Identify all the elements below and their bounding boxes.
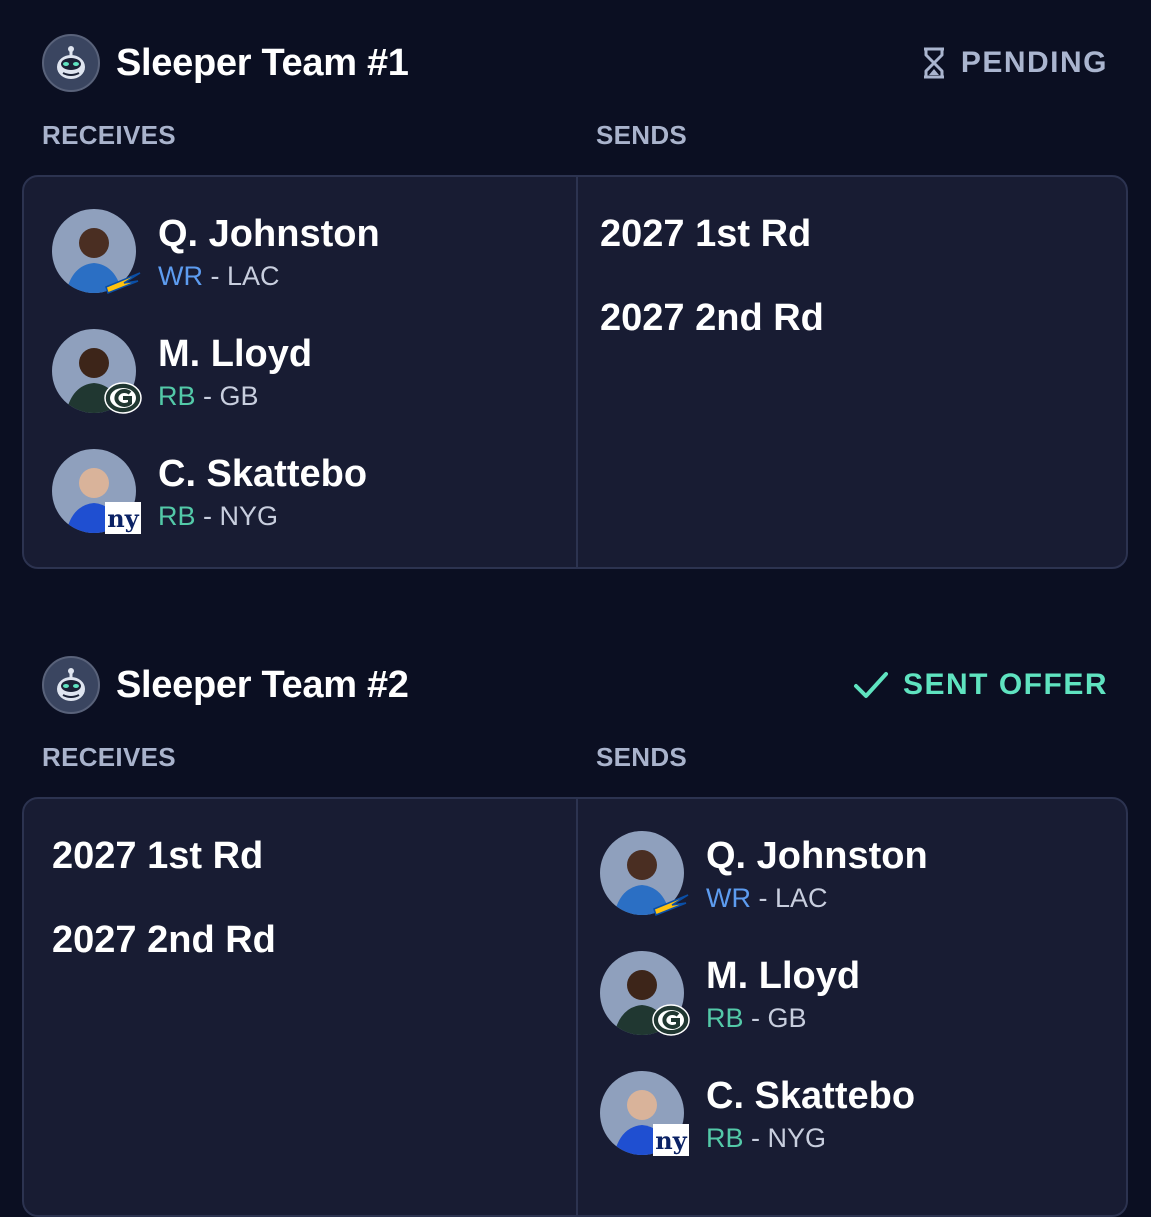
chargers-logo-icon	[105, 272, 141, 294]
team-name: Sleeper Team #2	[116, 664, 409, 706]
trade-2-panel: 2027 1st Rd 2027 2nd Rd Q. Johnston WR -…	[22, 797, 1128, 1217]
player-meta: RB - GB	[158, 381, 259, 412]
sleeper-logo-icon	[57, 668, 85, 701]
trade-status: PENDING	[921, 46, 1108, 80]
player-team: GB	[219, 381, 259, 411]
trade-2-header: Sleeper Team #2 SENT OFFER	[42, 656, 1108, 718]
team-name: Sleeper Team #1	[116, 42, 409, 84]
status-label: PENDING	[960, 46, 1108, 79]
player-team: LAC	[226, 261, 280, 291]
player-row[interactable]: ny C. Skattebo RB - NYG	[600, 1071, 1100, 1171]
sends-label: SENDS	[596, 742, 688, 772]
separator: -	[195, 381, 220, 411]
player-name: C. Skattebo	[158, 453, 368, 495]
trade-status: SENT OFFER	[853, 668, 1108, 702]
player-name: M. Lloyd	[706, 955, 861, 997]
player-position: RB	[158, 381, 196, 411]
svg-text:ny: ny	[107, 504, 139, 533]
player-meta: WR - LAC	[706, 883, 828, 914]
separator: -	[750, 883, 775, 913]
receives-label: RECEIVES	[42, 120, 176, 150]
draft-pick: 2027 1st Rd	[600, 213, 812, 255]
draft-pick: 2027 2nd Rd	[600, 297, 824, 339]
column-divider	[576, 799, 578, 1215]
sleeper-logo-icon	[57, 46, 85, 79]
player-position: RB	[158, 501, 196, 531]
player-meta: RB - NYG	[706, 1123, 826, 1154]
giants-logo-icon: ny	[105, 502, 141, 534]
player-row[interactable]: M. Lloyd RB - GB	[600, 951, 1100, 1051]
giants-logo-icon: ny	[653, 1124, 689, 1156]
sends-label: SENDS	[596, 120, 688, 150]
player-team: NYG	[767, 1123, 827, 1153]
player-position: WR	[158, 261, 203, 291]
separator: -	[195, 501, 220, 531]
separator: -	[743, 1003, 768, 1033]
checkmark-icon	[853, 672, 888, 698]
player-row[interactable]: ny C. Skattebo RB - NYG	[52, 449, 552, 549]
trade-1-panel: Q. Johnston WR - LAC M. Lloyd RB - GB ny…	[22, 175, 1128, 569]
player-position: WR	[706, 883, 751, 913]
team-avatar[interactable]	[42, 34, 100, 92]
player-meta: RB - NYG	[158, 501, 278, 532]
separator: -	[202, 261, 227, 291]
packers-logo-icon	[104, 382, 142, 414]
svg-text:ny: ny	[655, 1126, 687, 1155]
receives-label: RECEIVES	[42, 742, 176, 772]
player-meta: RB - GB	[706, 1003, 807, 1034]
player-row[interactable]: Q. Johnston WR - LAC	[600, 831, 1100, 931]
player-team: LAC	[774, 883, 828, 913]
player-name: Q. Johnston	[706, 835, 928, 877]
team-avatar[interactable]	[42, 656, 100, 714]
player-name: C. Skattebo	[706, 1075, 916, 1117]
hourglass-icon	[923, 47, 944, 79]
packers-logo-icon	[652, 1004, 690, 1036]
draft-pick: 2027 1st Rd	[52, 835, 264, 877]
player-meta: WR - LAC	[158, 261, 280, 292]
player-team: GB	[767, 1003, 807, 1033]
player-team: NYG	[219, 501, 279, 531]
player-row[interactable]: Q. Johnston WR - LAC	[52, 209, 552, 309]
trade-1-header: Sleeper Team #1 PENDING	[42, 34, 1108, 96]
separator: -	[743, 1123, 768, 1153]
player-position: RB	[706, 1003, 744, 1033]
draft-pick: 2027 2nd Rd	[52, 919, 276, 961]
column-divider	[576, 177, 578, 567]
player-name: Q. Johnston	[158, 213, 380, 255]
player-name: M. Lloyd	[158, 333, 313, 375]
chargers-logo-icon	[653, 894, 689, 916]
status-label: SENT OFFER	[902, 668, 1108, 701]
player-row[interactable]: M. Lloyd RB - GB	[52, 329, 552, 429]
player-position: RB	[706, 1123, 744, 1153]
